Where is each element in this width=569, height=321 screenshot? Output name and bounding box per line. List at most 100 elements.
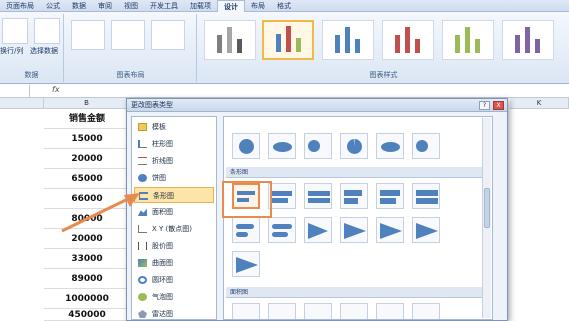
subtype-exploded-pie[interactable] — [340, 133, 368, 159]
type-item-scatter[interactable]: X Y (散点图) — [134, 221, 214, 237]
subtype-100-stacked-area[interactable] — [304, 303, 332, 319]
bar-icon — [272, 224, 292, 229]
subtype-pie-3d[interactable] — [268, 133, 296, 159]
gallery-scrollbar[interactable] — [482, 118, 491, 318]
type-item-area[interactable]: 面积图 — [134, 204, 214, 220]
type-item-bar[interactable]: 条形图 — [134, 187, 214, 203]
tab-design[interactable]: 设计 — [217, 0, 245, 12]
bar-icon — [236, 232, 248, 237]
type-label: 折线图 — [152, 157, 173, 165]
type-item-doughnut[interactable]: 圆环图 — [134, 272, 214, 288]
data-group-label: 数据 — [24, 71, 39, 79]
table-row[interactable]: 1000000 — [44, 289, 130, 309]
pyramid-icon — [236, 257, 258, 273]
layout-option-1[interactable] — [71, 20, 105, 50]
tab-view[interactable]: 视图 — [118, 0, 144, 12]
help-button[interactable]: ? — [479, 101, 490, 110]
subtype-3d-100-stacked-bar[interactable] — [412, 183, 440, 209]
type-label: 面积图 — [152, 208, 173, 216]
type-item-pie[interactable]: 饼图 — [134, 170, 214, 186]
tab-data[interactable]: 数据 — [66, 0, 92, 12]
style-option-purple[interactable] — [502, 20, 554, 60]
subtype-3d-area[interactable] — [340, 303, 368, 319]
subtype-stacked-cone-bar[interactable] — [340, 217, 368, 243]
style-option-blue[interactable] — [322, 20, 374, 60]
layout-option-3[interactable] — [151, 20, 185, 50]
style-option-green[interactable] — [442, 20, 494, 60]
table-row[interactable]: 15000 — [44, 129, 130, 149]
stock-chart-icon — [138, 242, 147, 250]
style-option-gray[interactable] — [204, 20, 256, 60]
radar-chart-icon — [138, 310, 147, 318]
subtype-bar-of-pie[interactable] — [412, 133, 440, 159]
pointer-arrow-icon — [61, 193, 140, 233]
layout-option-2[interactable] — [111, 20, 145, 50]
chart-type-list: 模板 柱形图 折线图 饼图 条形图 面积图 X Y (散点图) 股价图 曲面图 … — [131, 116, 217, 320]
table-row[interactable]: 89000 — [44, 269, 130, 289]
tab-page-layout[interactable]: 页面布局 — [0, 0, 40, 12]
subtype-stacked-area[interactable] — [268, 303, 296, 319]
pie-icon — [239, 139, 254, 154]
select-data-button[interactable]: 选择数据 — [30, 46, 58, 56]
style-option-multicolor[interactable] — [262, 20, 314, 60]
fx-icon[interactable]: fx — [52, 85, 60, 94]
type-label: 雷达图 — [152, 310, 173, 318]
bar-icon — [236, 224, 254, 229]
bar-icon — [344, 190, 362, 196]
tab-format[interactable]: 格式 — [271, 0, 297, 12]
type-item-templates[interactable]: 模板 — [134, 119, 214, 135]
switch-row-column-button[interactable]: 换行/列 — [0, 46, 23, 56]
type-label: 条形图 — [153, 192, 174, 200]
subtype-3d-stacked-area[interactable] — [376, 303, 404, 319]
type-item-bubble[interactable]: 气泡图 — [134, 289, 214, 305]
subtype-stacked-bar[interactable] — [268, 183, 296, 209]
close-button[interactable]: X — [493, 101, 504, 110]
subtype-cone-bar[interactable] — [304, 217, 332, 243]
type-item-stock[interactable]: 股价图 — [134, 238, 214, 254]
tab-addins[interactable]: 加载项 — [184, 0, 217, 12]
bar-icon — [308, 198, 330, 203]
tab-developer[interactable]: 开发工具 — [144, 0, 184, 12]
formula-bar: fx — [0, 84, 569, 98]
name-box[interactable] — [0, 85, 30, 97]
subtype-3d-100-stacked-area[interactable] — [412, 303, 440, 319]
ribbon-tab-bar: 页面布局 公式 数据 审阅 视图 开发工具 加载项 设计 布局 格式 — [0, 0, 569, 12]
chart-styles-group-label: 图表样式 — [369, 71, 398, 79]
subtype-pie[interactable] — [232, 133, 260, 159]
ribbon: 换行/列 选择数据 数据 图表布局 图表样式 — [0, 12, 569, 84]
tab-formulas[interactable]: 公式 — [40, 0, 66, 12]
section-header-bar: 条形图 — [226, 167, 488, 178]
subtype-3d-stacked-bar[interactable] — [376, 183, 404, 209]
style-option-red[interactable] — [382, 20, 434, 60]
tab-layout[interactable]: 布局 — [245, 0, 271, 12]
subtype-stacked-pyramid-bar[interactable] — [232, 251, 260, 277]
type-item-surface[interactable]: 曲面图 — [134, 255, 214, 271]
row-header-corner — [0, 98, 44, 109]
column-header-b[interactable]: B — [44, 98, 130, 109]
type-label: 圆环图 — [152, 276, 173, 284]
bar-icon — [416, 190, 438, 196]
pie-3d-icon — [273, 142, 292, 152]
type-item-column[interactable]: 柱形图 — [134, 136, 214, 152]
type-label: X Y (散点图) — [152, 225, 192, 233]
table-row[interactable]: 20000 — [44, 149, 130, 169]
column-header-k[interactable]: K — [510, 98, 569, 109]
type-item-line[interactable]: 折线图 — [134, 153, 214, 169]
table-row[interactable]: 450000 — [44, 309, 130, 321]
subtype-area[interactable] — [232, 303, 260, 319]
bar-icon — [272, 191, 292, 196]
subtype-exploded-pie-3d[interactable] — [376, 133, 404, 159]
type-label: 柱形图 — [152, 140, 173, 148]
scrollbar-thumb[interactable] — [484, 188, 490, 228]
tab-review[interactable]: 审阅 — [92, 0, 118, 12]
subtype-cylinder-bar[interactable] — [232, 217, 260, 243]
subtype-pyramid-bar[interactable] — [412, 217, 440, 243]
subtype-pie-of-pie[interactable] — [304, 133, 332, 159]
subtype-stacked-cylinder-bar[interactable] — [268, 217, 296, 243]
subtype-100-cone-bar[interactable] — [376, 217, 404, 243]
table-row[interactable]: 33000 — [44, 249, 130, 269]
header-cell[interactable]: 销售金额 — [44, 109, 130, 129]
subtype-3d-clustered-bar[interactable] — [340, 183, 368, 209]
type-item-radar[interactable]: 雷达图 — [134, 306, 214, 321]
subtype-100-stacked-bar[interactable] — [304, 183, 332, 209]
